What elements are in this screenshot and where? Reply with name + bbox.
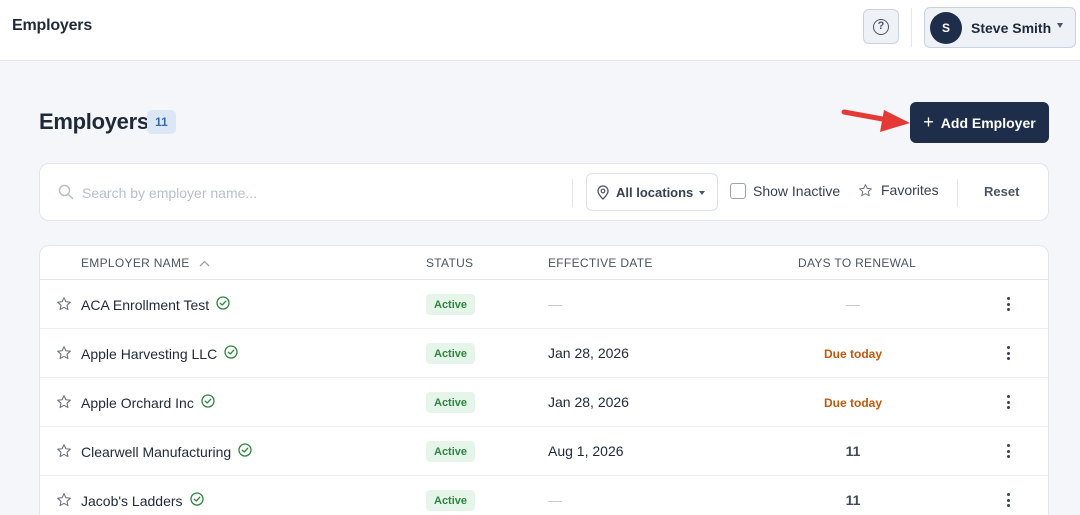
show-inactive-checkbox[interactable] [730,183,746,199]
status-badge: Active [426,294,476,315]
effective-date: Jan 28, 2026 [548,345,629,361]
avatar: S [930,11,962,44]
effective-date: Aug 1, 2026 [548,443,624,459]
days-to-renewal: 11 [845,492,861,508]
table-row[interactable]: Apple Harvesting LLC Active Jan 28, 2026 Du… [40,329,1048,378]
help-button[interactable]: ? [863,9,899,44]
days-to-renewal: Due today [823,347,882,361]
search-icon [58,184,74,200]
verified-check-icon [201,394,215,411]
favorite-star-icon[interactable] [56,394,72,415]
app-title: Employers [12,17,93,34]
column-header-label: EMPLOYER NAME [81,256,190,270]
employer-name-label: Apple Harvesting LLC [81,345,218,362]
add-employer-label: Add Employer [940,114,1036,131]
effective-date: — [548,492,562,508]
reset-button[interactable]: Reset [984,184,1019,199]
location-dropdown[interactable]: All locations [586,173,718,211]
favorites-filter-button[interactable]: Favorites [858,182,939,198]
filter-divider [957,179,958,207]
more-options-icon[interactable] [1002,295,1014,313]
status-badge: Active [426,392,476,413]
table-header: EMPLOYER NAME STATUS EFFECTIVE DATE DAYS… [40,246,1048,280]
employer-name-label: Jacob's Ladders [81,492,183,509]
employer-name[interactable]: Clearwell Manufacturing [81,443,252,460]
days-to-renewal: Due today [823,396,882,410]
help-icon: ? [873,18,889,35]
employer-name[interactable]: Apple Harvesting LLC [81,345,238,362]
employer-name-label: Apple Orchard Inc [81,394,194,411]
add-employer-button[interactable]: + Add Employer [910,102,1049,143]
verified-check-icon [216,296,230,313]
status-badge: Active [426,343,476,364]
more-options-icon[interactable] [1002,393,1014,411]
favorite-star-icon[interactable] [56,492,72,513]
employers-table: EMPLOYER NAME STATUS EFFECTIVE DATE DAYS… [39,245,1049,515]
filter-divider [572,179,573,207]
more-options-icon[interactable] [1002,491,1014,509]
search-input[interactable] [82,180,562,206]
location-label: All locations [616,184,694,200]
chevron-down-icon [1057,23,1063,28]
days-to-renewal: 11 [845,443,861,459]
verified-check-icon [189,492,204,509]
column-header-employer-name[interactable]: EMPLOYER NAME [81,256,210,270]
employer-name-label: Clearwell Manufacturing [81,443,232,460]
verified-check-icon [224,345,238,362]
column-header-status: STATUS [426,256,474,270]
table-row[interactable]: Clearwell Manufacturing Active Aug 1, 2026… [40,427,1048,476]
page-title: Employers [39,109,149,134]
sort-ascending-icon [199,260,210,267]
location-pin-icon [597,184,609,200]
filter-bar: All locations Show Inactive Favorites Re… [39,163,1049,221]
star-icon [859,183,872,196]
column-header-days-to-renewal: DAYS TO RENEWAL [798,256,917,270]
plus-icon: + [923,111,934,132]
days-to-renewal: — [846,296,860,312]
favorites-label: Favorites [881,182,939,198]
column-header-effective-date: EFFECTIVE DATE [548,256,653,270]
employer-name[interactable]: Apple Orchard Inc [81,394,215,411]
employer-count-badge: 11 [147,110,176,134]
status-badge: Active [426,490,476,511]
user-menu-button[interactable]: S Steve Smith [924,7,1076,48]
employer-name[interactable]: Jacob's Ladders [81,492,204,509]
top-bar: Employers ? S Steve Smith [0,0,1080,61]
effective-date: Jan 28, 2026 [548,394,629,410]
chevron-down-icon [699,191,705,195]
favorite-star-icon[interactable] [56,296,72,317]
user-name: Steve Smith [971,19,1052,36]
annotation-arrow-icon [841,109,910,132]
more-options-icon[interactable] [1002,344,1014,362]
table-row[interactable]: ACA Enrollment Test Active — — [40,280,1048,329]
favorite-star-icon[interactable] [56,443,72,464]
show-inactive-label: Show Inactive [753,183,841,199]
effective-date: — [548,296,562,312]
favorite-star-icon[interactable] [56,345,72,366]
more-options-icon[interactable] [1002,442,1014,460]
employer-name-label: ACA Enrollment Test [81,296,210,313]
verified-check-icon [238,443,252,460]
status-badge: Active [426,441,476,462]
table-row[interactable]: Jacob's Ladders Active — 11 [40,476,1048,515]
header-divider [911,8,912,47]
table-row[interactable]: Apple Orchard Inc Active Jan 28, 2026 Due t… [40,378,1048,427]
employer-name[interactable]: ACA Enrollment Test [81,296,230,313]
